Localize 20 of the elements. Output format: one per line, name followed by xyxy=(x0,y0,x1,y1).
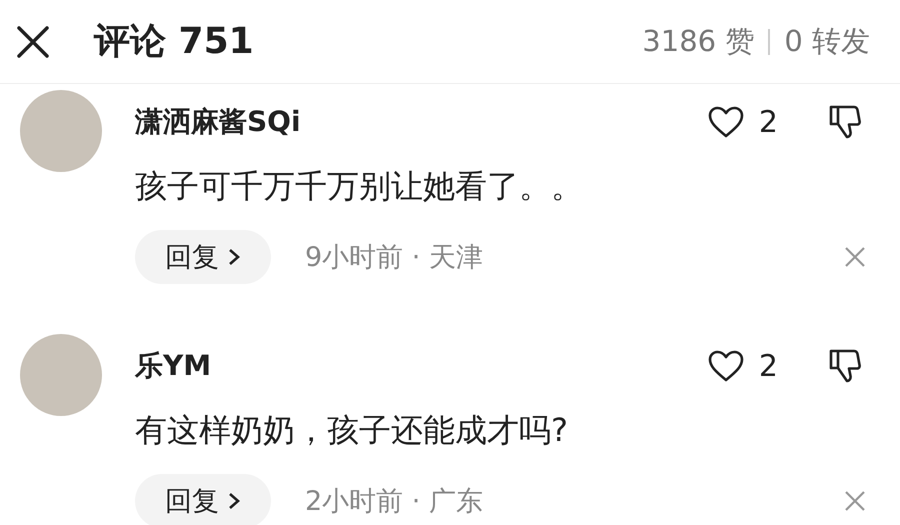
chevron-right-icon xyxy=(227,247,241,267)
user-name[interactable]: 乐YM xyxy=(135,347,212,385)
reply-button[interactable]: 回复 xyxy=(135,474,271,525)
likes-count: 3186 赞 xyxy=(642,22,754,60)
heart-icon[interactable] xyxy=(706,105,745,139)
close-icon[interactable] xyxy=(16,24,50,58)
thumbs-down-icon[interactable] xyxy=(828,104,862,140)
heart-icon[interactable] xyxy=(706,349,745,383)
reply-button[interactable]: 回复 xyxy=(135,230,271,284)
thumbs-down-icon[interactable] xyxy=(828,348,862,384)
user-name[interactable]: 潇洒麻酱SQi xyxy=(135,103,301,141)
comment-text: 孩子可千万千万别让她看了。。 xyxy=(135,166,584,207)
comment-time: 2小时前 · 广东 xyxy=(305,485,483,519)
like-count: 2 xyxy=(758,348,778,384)
chevron-right-icon xyxy=(227,491,241,511)
like-count: 2 xyxy=(758,104,778,140)
shares-count: 0 转发 xyxy=(784,22,870,60)
comment-text: 有这样奶奶，孩子还能成才吗? xyxy=(135,410,569,451)
comments-title: 评论 751 xyxy=(94,20,254,64)
comment-time: 9小时前 · 天津 xyxy=(305,241,483,275)
